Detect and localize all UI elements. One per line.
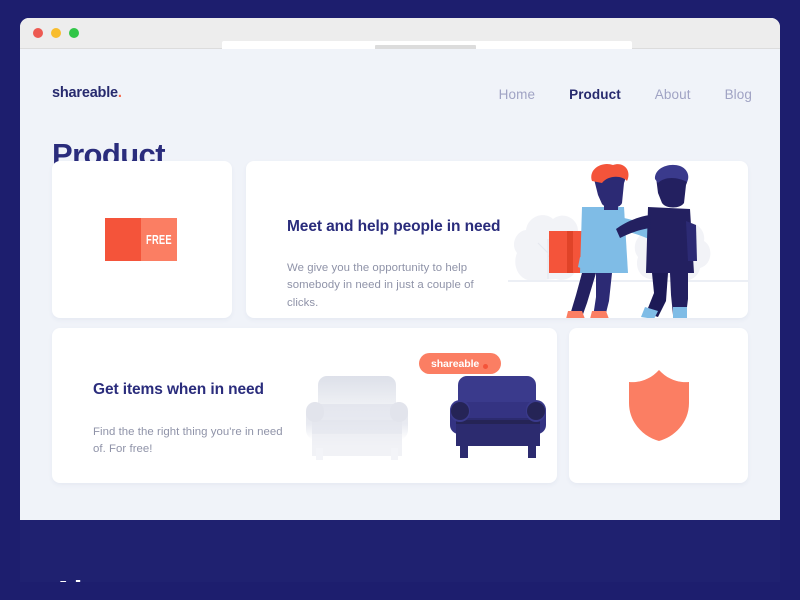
shield-wrapper xyxy=(569,328,748,483)
nav-item-home[interactable]: Home xyxy=(499,87,535,102)
site-logo-dot: . xyxy=(117,85,122,101)
shield-icon xyxy=(628,370,689,441)
nav-item-about[interactable]: About xyxy=(655,87,691,102)
maximize-window-button[interactable] xyxy=(69,28,79,38)
two-people-handshake-illustration xyxy=(508,163,748,318)
two-armchairs-illustration: shareable xyxy=(290,334,557,483)
window-controls xyxy=(33,28,79,38)
free-tag-icon: FREE xyxy=(105,218,177,261)
free-tag-left-half xyxy=(105,218,141,261)
card-get-items[interactable]: Get items when in need Find the the righ… xyxy=(52,328,557,483)
card-meet-heading: Meet and help people in need xyxy=(287,218,501,235)
nav-item-product[interactable]: Product xyxy=(569,87,621,102)
free-tag-label: FREE xyxy=(146,232,172,247)
site-logo[interactable]: shareable. xyxy=(52,85,122,101)
site-logo-text: shareable xyxy=(52,85,118,101)
browser-window: shareable. Home Product About Blog Produ… xyxy=(20,18,780,582)
card-shield[interactable] xyxy=(569,328,748,483)
card-free-tag[interactable]: FREE xyxy=(52,161,232,318)
free-tag-right-half: FREE xyxy=(141,218,177,261)
shareable-badge-dot xyxy=(483,363,489,369)
shareable-badge: shareable xyxy=(419,353,502,374)
main-navigation: Home Product About Blog xyxy=(499,87,752,102)
close-window-button[interactable] xyxy=(33,28,43,38)
browser-titlebar xyxy=(20,18,780,56)
card-get-items-body: Find the the right thing you're in need … xyxy=(93,426,283,456)
card-meet-body: We give you the opportunity to help some… xyxy=(287,262,474,309)
about-section: About xyxy=(20,520,780,582)
page-viewport: shareable. Home Product About Blog Produ… xyxy=(20,49,780,582)
card-get-items-heading: Get items when in need xyxy=(93,381,264,398)
nav-item-blog[interactable]: Blog xyxy=(725,87,752,102)
minimize-window-button[interactable] xyxy=(51,28,61,38)
about-section-title: About xyxy=(52,574,139,582)
site-header: shareable. Home Product About Blog xyxy=(20,49,780,111)
card-meet-and-help[interactable]: Meet and help people in need We give you… xyxy=(246,161,748,318)
shareable-badge-label: shareable xyxy=(431,357,480,370)
